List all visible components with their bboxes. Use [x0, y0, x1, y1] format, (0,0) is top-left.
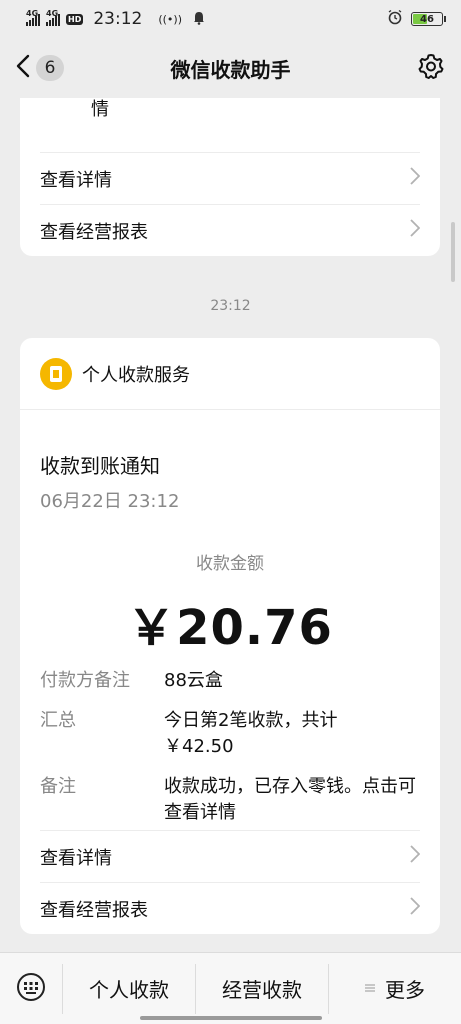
- chevron-right-icon: [410, 166, 421, 191]
- keyboard-toggle-button[interactable]: [0, 953, 62, 1024]
- link-label: 查看详情: [40, 169, 112, 191]
- truncated-text: 情: [91, 99, 109, 120]
- signal-icon: 4G: [26, 9, 40, 26]
- notification-links: 查看详情 查看经营报表: [20, 830, 440, 934]
- detail-value: 今日第2笔收款，共计￥42.50: [164, 710, 338, 757]
- detail-value: 收款成功，已存入零钱。点击可查看详情: [164, 776, 416, 823]
- battery-level: 46: [420, 13, 434, 25]
- back-button[interactable]: 6: [16, 54, 64, 82]
- payment-notification-card[interactable]: 个人收款服务 收款到账通知 06月22日 23:12 收款金额 ￥20.76 付…: [20, 338, 440, 934]
- status-bar: 4G 4G HD 23:12 ((•)) 46: [0, 0, 461, 38]
- tab-more[interactable]: 更多: [328, 963, 461, 1014]
- menu-icon: [365, 981, 375, 997]
- amount-label: 收款金额: [196, 554, 264, 574]
- scrollbar[interactable]: [451, 222, 455, 282]
- battery-icon: 46: [411, 12, 446, 26]
- detail-key: 付款方备注: [40, 670, 130, 691]
- view-details-link[interactable]: 查看详情: [40, 830, 421, 882]
- signal-icon-2: 4G: [46, 9, 60, 26]
- message-timestamp: 23:12: [210, 298, 251, 314]
- previous-message-card: 情 查看详情 查看经营报表: [20, 98, 440, 256]
- tab-label: 个人收款: [89, 978, 169, 1002]
- notification-date: 06月22日 23:12: [40, 491, 180, 512]
- tab-label: 经营收款: [222, 978, 302, 1002]
- tab-label: 更多: [385, 978, 425, 1002]
- link-label: 查看详情: [40, 847, 112, 869]
- link-label: 查看经营报表: [40, 221, 148, 243]
- view-details-link[interactable]: 查看详情: [40, 152, 421, 204]
- page-title: 微信收款助手: [170, 57, 291, 82]
- network-type-label-2: 4G: [46, 9, 59, 18]
- view-business-report-link[interactable]: 查看经营报表: [40, 204, 421, 256]
- keyboard-icon: [16, 972, 46, 1006]
- chevron-left-icon: [16, 54, 30, 82]
- detail-key: 备注: [40, 776, 76, 797]
- tab-personal-collection[interactable]: 个人收款: [62, 963, 195, 1014]
- detail-row: 付款方备注 88云盒: [20, 668, 440, 694]
- payment-service-icon: [40, 357, 72, 390]
- nav-bar: 6 微信收款助手: [0, 38, 461, 98]
- bottom-menu-bar: 个人收款 经营收款 更多: [0, 952, 461, 1024]
- detail-row: 汇总 今日第2笔收款，共计￥42.50: [20, 708, 440, 760]
- status-right: 46: [387, 9, 446, 29]
- link-label: 查看经营报表: [40, 899, 148, 921]
- chevron-right-icon: [410, 844, 421, 869]
- status-left: 4G 4G HD 23:12 ((•)): [26, 9, 206, 29]
- gear-icon[interactable]: [417, 52, 445, 84]
- detail-value: 88云盒: [164, 670, 223, 691]
- status-time: 23:12: [93, 9, 143, 29]
- tab-business-collection[interactable]: 经营收款: [195, 963, 328, 1014]
- notification-bell-icon: [192, 10, 206, 29]
- detail-key: 汇总: [40, 710, 76, 731]
- network-type-label: 4G: [26, 9, 39, 18]
- home-indicator[interactable]: [140, 1016, 322, 1020]
- chevron-right-icon: [410, 218, 421, 243]
- view-business-report-link[interactable]: 查看经营报表: [40, 882, 421, 934]
- chevron-right-icon: [410, 896, 421, 921]
- unread-count-badge: 6: [36, 55, 64, 81]
- service-header: 个人收款服务: [20, 338, 440, 410]
- hd-icon: HD: [66, 13, 84, 25]
- service-name: 个人收款服务: [82, 364, 190, 386]
- alarm-icon: [387, 9, 403, 29]
- detail-row: 备注 收款成功，已存入零钱。点击可查看详情: [20, 774, 440, 826]
- payment-amount: ￥20.76: [127, 600, 333, 656]
- notification-title: 收款到账通知: [40, 454, 160, 478]
- hotspot-icon: ((•)): [158, 12, 182, 26]
